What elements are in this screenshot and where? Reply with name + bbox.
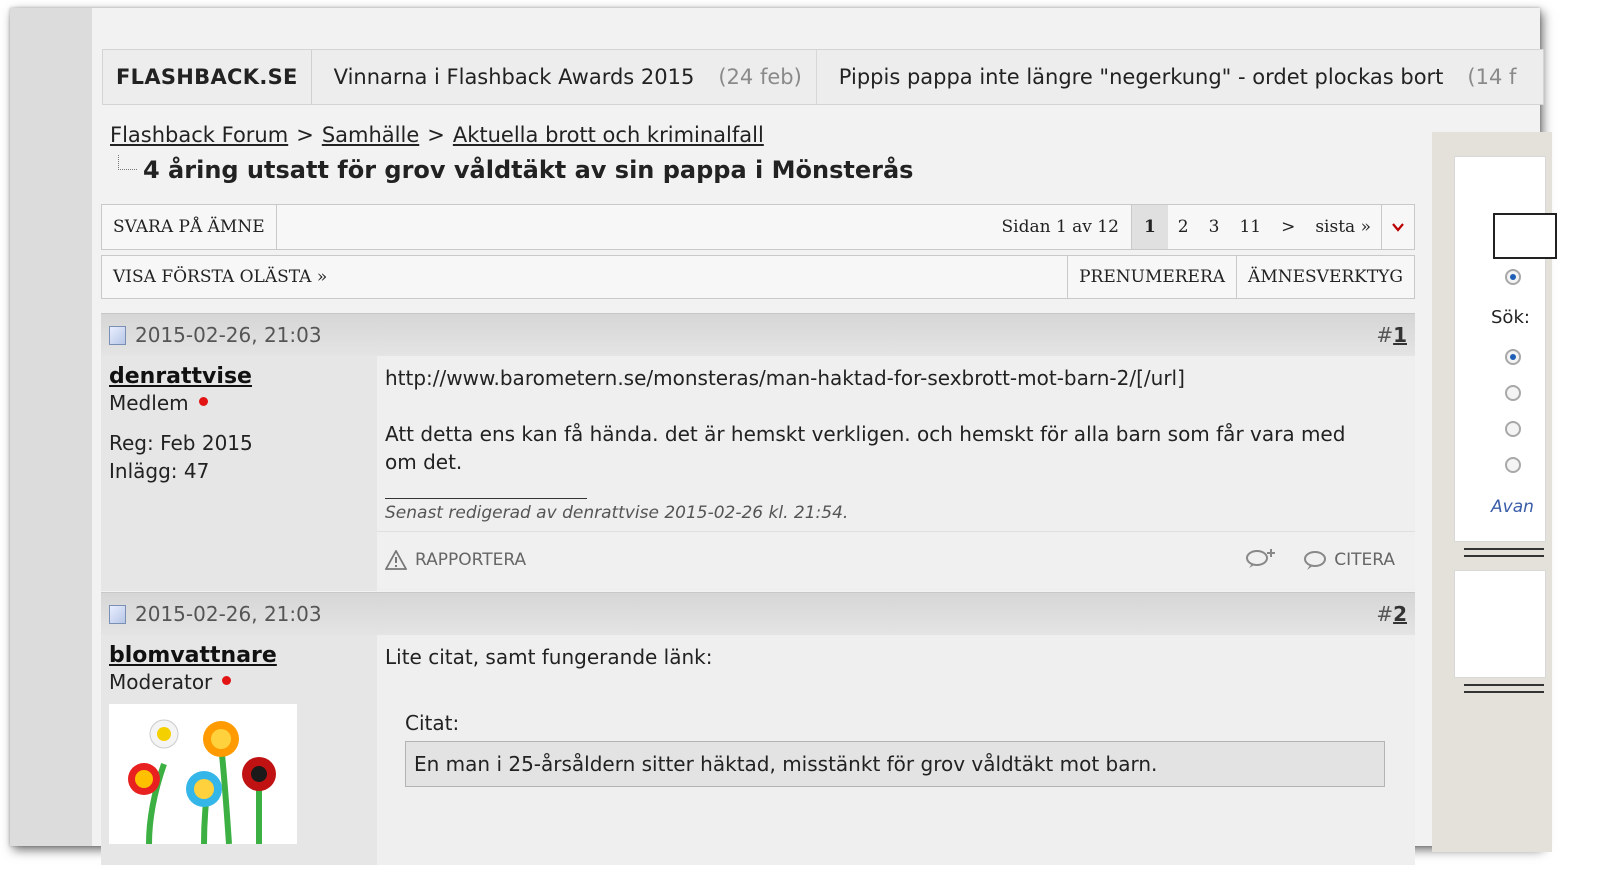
tree-connector-icon (118, 154, 137, 170)
post-permalink[interactable]: 2 (1393, 602, 1407, 626)
username-link[interactable]: blomvattnare (109, 643, 277, 668)
thread-tools-button[interactable]: ÄMNESVERKTYG (1236, 256, 1414, 298)
page-menu-chevron-icon[interactable] (1381, 205, 1414, 249)
sidebar-box (1454, 570, 1546, 678)
page-link[interactable]: 11 (1229, 205, 1271, 249)
sidebar-divider (1464, 684, 1544, 693)
breadcrumb-link-category[interactable]: Aktuella brott och kriminalfall (453, 123, 764, 147)
search-box-panel: Sök: Avan (1454, 156, 1557, 542)
left-gutter (10, 8, 92, 846)
reply-button[interactable]: SVARA PÅ ÄMNE (102, 205, 277, 249)
speech-bubble-icon (1304, 551, 1327, 570)
post-number: #2 (1376, 602, 1407, 626)
subscribe-button[interactable]: PRENUMERERA (1067, 256, 1236, 298)
username-link[interactable]: denrattvise (109, 364, 252, 389)
post-date: 2015-02-26, 21:03 (135, 323, 322, 347)
ticker-item-date: (14 f (1467, 65, 1517, 89)
post-content: http://www.barometern.se/monsteras/man-h… (377, 356, 1415, 591)
post-author-panel: blomvattnare Moderator (101, 635, 377, 865)
thread-title-row: 4 åring utsatt för grov våldtäkt av sin … (118, 154, 914, 184)
breadcrumb: Flashback Forum > Samhälle > Aktuella brott … (110, 123, 764, 147)
quote-label: CITERA (1334, 550, 1395, 570)
post-document-icon (109, 325, 126, 345)
post-actions: RAPPORTERA CITERA (377, 531, 1415, 588)
quote-heading: Citat: (405, 711, 460, 735)
post-number: #1 (1376, 323, 1407, 347)
multi-quote-icon[interactable] (1244, 547, 1278, 574)
ticker-item-text: Vinnarna i Flashback Awards 2015 (333, 65, 695, 89)
online-status-icon (222, 676, 232, 685)
avatar[interactable] (109, 704, 297, 844)
page-link[interactable]: 3 (1199, 205, 1230, 249)
radio-button[interactable] (1505, 385, 1521, 401)
thread-toolbar: SVARA PÅ ÄMNE Sidan 1 av 12 1 2 3 11 > s… (101, 204, 1415, 250)
ticker-item[interactable]: Vinnarna i Flashback Awards 2015 (24 feb… (312, 50, 817, 104)
post-document-icon (109, 604, 126, 624)
search-label: Sök: (1491, 307, 1530, 328)
radio-button[interactable] (1505, 269, 1521, 285)
next-page-link[interactable]: > (1271, 205, 1305, 249)
ticker-item-date: (24 feb) (718, 65, 802, 89)
user-role: Medlem (109, 391, 189, 415)
quote-block: En man i 25-årsåldern sitter häktad, mis… (405, 741, 1385, 787)
post-permalink[interactable]: 1 (1393, 323, 1407, 347)
edited-note: Senast redigerad av denrattvise 2015-02-… (385, 503, 849, 523)
breadcrumb-link-forum[interactable]: Flashback Forum (110, 123, 288, 147)
search-input[interactable] (1493, 213, 1557, 259)
quote-button[interactable]: CITERA (1302, 549, 1395, 571)
advanced-search-link[interactable]: Avan (1491, 497, 1534, 517)
user-post-count: Inlägg: 47 (109, 459, 210, 483)
last-page-link[interactable]: sista » (1305, 205, 1381, 249)
warning-icon (385, 550, 407, 570)
report-label: RAPPORTERA (415, 550, 527, 570)
post-content: Lite citat, samt fungerande länk: Citat:… (377, 635, 1415, 865)
ticker-item[interactable]: Pippis pappa inte längre "negerkung" - o… (817, 50, 1531, 104)
page-info: Sidan 1 av 12 (1001, 217, 1119, 237)
post-header: 2015-02-26, 21:03 #1 (101, 313, 1415, 356)
thread-toolbar-secondary: VISA FÖRSTA OLÄSTA » PRENUMERERA ÄMNESVE… (101, 255, 1415, 299)
radio-button[interactable] (1505, 349, 1521, 365)
page-link-current[interactable]: 1 (1130, 205, 1168, 249)
post-text-line: Att detta ens kan få hända. det är hemsk… (385, 422, 1346, 474)
post-header: 2015-02-26, 21:03 #2 (101, 592, 1415, 635)
post: 2015-02-26, 21:03 #1 denrattvise Medlem … (101, 313, 1415, 591)
post-text-line: http://www.barometern.se/monsteras/man-h… (385, 366, 1185, 390)
breadcrumb-link-samhalle[interactable]: Samhälle (322, 123, 419, 147)
page-link[interactable]: 2 (1168, 205, 1199, 249)
user-reg-date: Reg: Feb 2015 (109, 431, 253, 455)
breadcrumb-separator: > (427, 123, 445, 147)
news-ticker: FLASHBACK.SE Vinnarna i Flashback Awards… (102, 49, 1544, 105)
sidebar-divider (1464, 548, 1544, 557)
first-unread-link[interactable]: VISA FÖRSTA OLÄSTA » (102, 256, 338, 298)
online-status-icon (198, 397, 208, 406)
edit-divider (385, 498, 587, 499)
post-text-line: Lite citat, samt fungerande länk: (385, 645, 713, 669)
post: 2015-02-26, 21:03 #2 blomvattnare Modera… (101, 592, 1415, 865)
ticker-item-text: Pippis pappa inte längre "negerkung" - o… (838, 65, 1444, 89)
post-author-panel: denrattvise Medlem Reg: Feb 2015 Inlägg:… (101, 356, 377, 591)
site-logo[interactable]: FLASHBACK.SE (103, 50, 312, 104)
user-role: Moderator (109, 670, 213, 694)
thread-title: 4 åring utsatt för grov våldtäkt av sin … (143, 156, 914, 184)
radio-button[interactable] (1505, 421, 1521, 437)
radio-button[interactable] (1505, 457, 1521, 473)
post-date: 2015-02-26, 21:03 (135, 602, 322, 626)
breadcrumb-separator: > (296, 123, 314, 147)
report-button[interactable]: RAPPORTERA (385, 550, 526, 570)
